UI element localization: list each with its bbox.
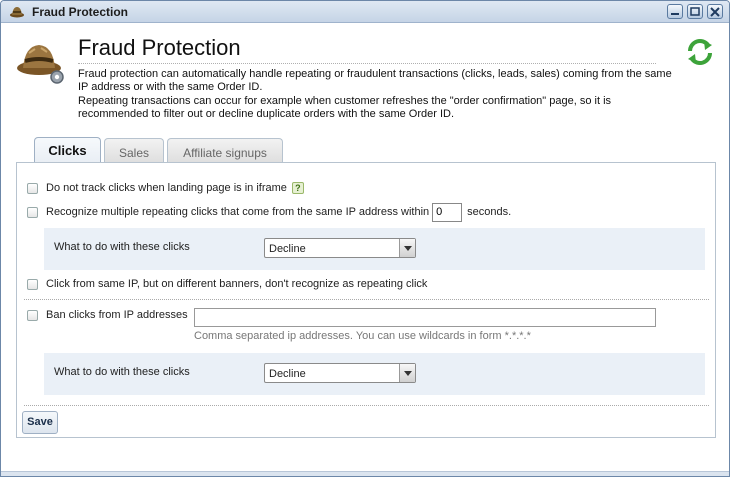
banners-option-row: Click from same IP, but on different ban… xyxy=(27,276,427,292)
action-label: What to do with these clicks xyxy=(54,241,190,253)
divider xyxy=(24,299,709,300)
detective-hat-gear-icon xyxy=(17,45,64,84)
description: Fraud protection can automatically handl… xyxy=(78,68,678,122)
refresh-icon[interactable] xyxy=(685,37,715,67)
repeat-unit: seconds. xyxy=(467,206,512,218)
ban-option-row: Ban clicks from IP addresses xyxy=(27,307,188,323)
description-line: Repeating transactions can occur for exa… xyxy=(78,95,612,120)
iframe-label: Do not track clicks when landing page is… xyxy=(46,182,287,194)
close-icon xyxy=(710,7,720,17)
action-select[interactable]: Decline xyxy=(264,363,416,383)
close-button[interactable] xyxy=(707,4,723,19)
minimize-icon xyxy=(671,13,679,15)
ban-label: Ban clicks from IP addresses xyxy=(46,309,188,321)
action-select-value: Decline xyxy=(269,368,306,380)
action-label: What to do with these clicks xyxy=(54,366,190,378)
tab-affiliate-signups[interactable]: Affiliate signups xyxy=(167,138,283,163)
repeat-checkbox[interactable] xyxy=(27,206,38,218)
minimize-button[interactable] xyxy=(667,4,683,19)
window-bottom-border xyxy=(1,471,729,476)
repeat-label: Recognize multiple repeating clicks that… xyxy=(46,206,430,218)
action-select-value: Decline xyxy=(269,243,306,255)
banners-label: Click from same IP, but on different ban… xyxy=(46,278,428,290)
title-divider xyxy=(78,63,656,64)
chevron-down-icon[interactable] xyxy=(399,364,415,382)
fraud-protection-window: Fraud Protection Fraud Protection Fraud … xyxy=(0,0,730,477)
maximize-button[interactable] xyxy=(687,4,703,19)
action-box: What to do with these clicks Decline xyxy=(44,228,705,270)
detective-hat-icon xyxy=(10,7,24,18)
chevron-down-icon[interactable] xyxy=(399,239,415,257)
action-box: What to do with these clicks Decline xyxy=(44,353,705,395)
iframe-checkbox[interactable] xyxy=(27,182,38,194)
divider xyxy=(24,405,709,406)
save-button[interactable]: Save xyxy=(22,411,58,434)
repeat-option-row: Recognize multiple repeating clicks that… xyxy=(27,202,511,222)
maximize-icon xyxy=(690,7,700,16)
banners-checkbox[interactable] xyxy=(27,278,38,290)
help-icon[interactable]: ? xyxy=(291,182,304,194)
ban-hint: Comma separated ip addresses. You can us… xyxy=(194,330,531,342)
action-select[interactable]: Decline xyxy=(264,238,416,258)
ban-ip-input[interactable] xyxy=(194,308,656,327)
tab-sales[interactable]: Sales xyxy=(104,138,164,163)
page-title: Fraud Protection xyxy=(78,35,241,60)
iframe-option-row: Do not track clicks when landing page is… xyxy=(27,180,304,196)
description-line: Fraud protection can automatically handl… xyxy=(78,68,672,93)
title-bar[interactable]: Fraud Protection xyxy=(1,1,729,23)
window-title: Fraud Protection xyxy=(32,5,129,19)
ban-checkbox[interactable] xyxy=(27,309,38,321)
tab-clicks[interactable]: Clicks xyxy=(34,137,101,163)
repeat-seconds-input[interactable] xyxy=(432,202,463,222)
clicks-panel: Do not track clicks when landing page is… xyxy=(16,162,716,438)
